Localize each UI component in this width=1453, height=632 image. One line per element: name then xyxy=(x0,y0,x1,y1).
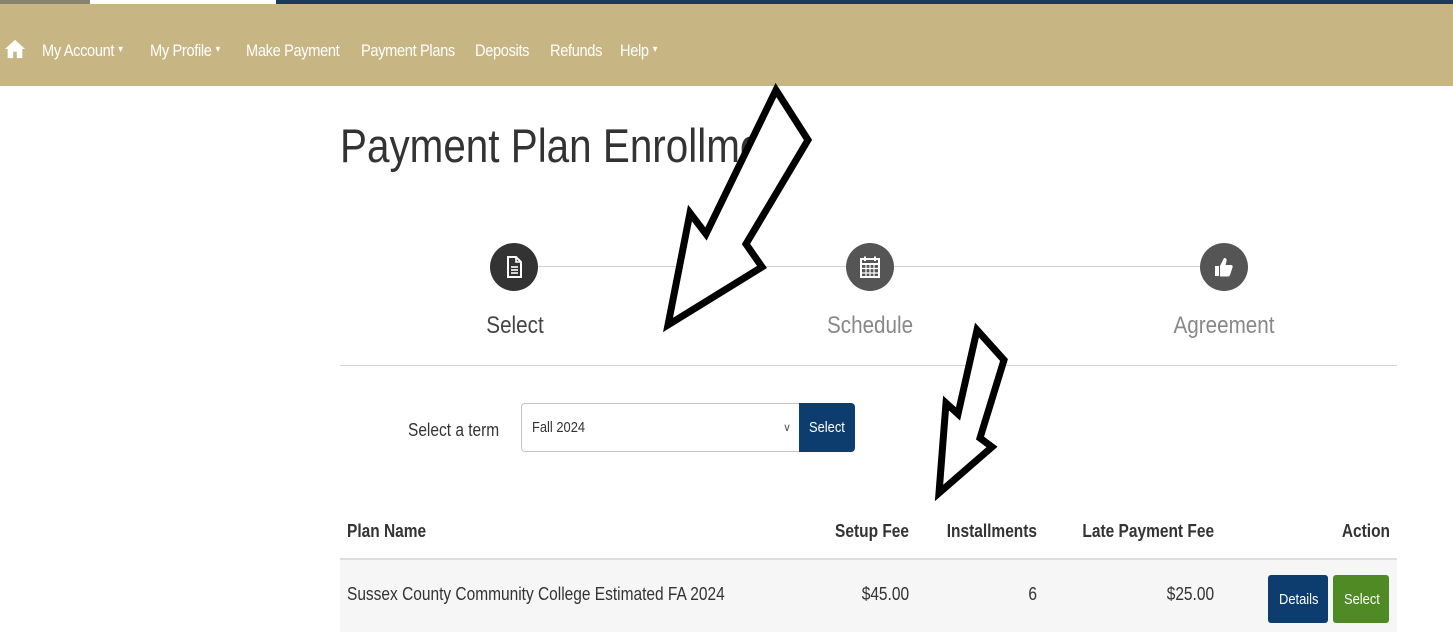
cell-setup-fee: $45.00 xyxy=(861,584,909,604)
nav-refunds[interactable]: Refunds xyxy=(550,41,602,61)
step-schedule-circle xyxy=(846,243,894,291)
cell-plan-name: Sussex County Community College Estimate… xyxy=(347,584,725,604)
details-button[interactable]: Details xyxy=(1268,575,1328,623)
details-button-label: Details xyxy=(1279,591,1319,608)
document-icon xyxy=(507,256,522,278)
step-schedule-label: Schedule xyxy=(827,312,914,339)
calendar-icon xyxy=(860,256,880,278)
step-agreement-circle xyxy=(1200,243,1248,291)
column-header-installments: Installments xyxy=(946,521,1037,541)
nav-deposits[interactable]: Deposits xyxy=(475,41,529,61)
step-agreement-label: Agreement xyxy=(1173,312,1275,339)
term-select-value: Fall 2024 xyxy=(532,419,586,436)
column-header-action: Action xyxy=(1341,521,1390,541)
thumbs-up-icon xyxy=(1215,258,1233,277)
step-connector xyxy=(894,266,1200,267)
term-label: Select a term xyxy=(408,420,500,440)
cell-late-payment-fee: $25.00 xyxy=(1166,584,1214,604)
home-icon[interactable] xyxy=(4,38,26,60)
annotation-arrow-small xyxy=(934,322,1008,502)
page-title: Payment Plan Enrollment xyxy=(340,119,797,172)
column-header-late-payment-fee: Late Payment Fee xyxy=(1082,521,1214,541)
term-select-button[interactable]: Select xyxy=(799,403,855,452)
select-plan-button-label: Select xyxy=(1344,591,1380,608)
chevron-down-icon: ▼ xyxy=(214,44,222,54)
nav-make-payment[interactable]: Make Payment xyxy=(246,41,340,61)
column-header-plan-name: Plan Name xyxy=(347,521,427,541)
term-select[interactable]: Fall 2024 ∨ xyxy=(521,403,799,452)
step-select-label: Select xyxy=(486,312,544,339)
step-select-circle xyxy=(490,243,538,291)
nav-my-account[interactable]: My Account ▼ xyxy=(42,41,124,61)
chevron-down-icon: ∨ xyxy=(782,422,791,434)
chevron-down-icon: ▼ xyxy=(116,44,125,54)
term-select-button-label: Select xyxy=(809,419,845,436)
select-plan-button[interactable]: Select xyxy=(1333,575,1389,623)
step-connector xyxy=(538,266,846,267)
column-header-setup-fee: Setup Fee xyxy=(835,521,909,541)
section-divider xyxy=(340,365,1397,366)
nav-my-profile[interactable]: My Profile ▼ xyxy=(150,41,222,61)
nav-help[interactable]: Help ▼ xyxy=(620,41,659,61)
chevron-down-icon: ▼ xyxy=(651,44,659,54)
cell-installments: 6 xyxy=(1028,584,1037,604)
nav-payment-plans[interactable]: Payment Plans xyxy=(361,41,455,61)
main-navbar: My Account ▼ My Profile ▼ Make Payment Pay… xyxy=(0,4,1453,86)
